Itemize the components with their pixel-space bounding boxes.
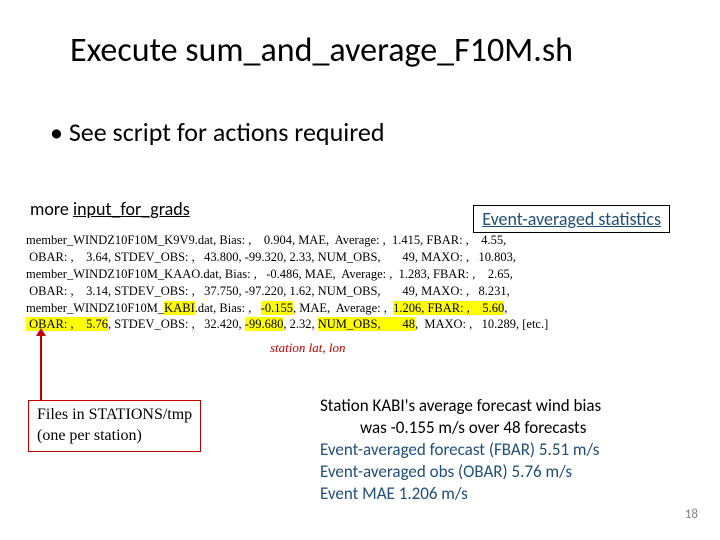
summary-line3: Event-averaged forecast (FBAR) 5.51 m/s: [320, 439, 601, 461]
stats-fbar: 5.60: [482, 301, 504, 315]
slide-number: 18: [685, 507, 698, 522]
stats-line: ,: [504, 301, 507, 315]
files-box: Files in STATIONS/tmp (one per station): [28, 400, 201, 452]
stats-line: OBAR: , 3.64, STDEV_OBS: , 43.800, -99.3…: [26, 250, 516, 264]
stats-obar: 5.76: [86, 317, 108, 331]
stats-avg: 1.206,: [393, 301, 424, 315]
title-script-name: sum_and_average_F10M.sh: [185, 30, 573, 71]
stats-line: , MAXO: , 10.289, [etc.]: [415, 317, 548, 331]
stats-line: member_WINDZ10F10M_: [26, 301, 164, 315]
slide-title: Execute sum_and_average_F10M.sh: [70, 30, 680, 71]
summary-line5: Event MAE 1.206 m/s: [320, 483, 601, 505]
title-prefix: Execute: [70, 30, 185, 71]
summary-line4: Event-averaged obs (OBAR) 5.76 m/s: [320, 461, 601, 483]
arrow-icon: [40, 335, 42, 400]
summary-line2: was -0.155 m/s over 48 forecasts: [360, 417, 601, 439]
slide-container: Execute sum_and_average_F10M.sh See scri…: [0, 0, 720, 540]
stats-line: .dat, Bias: ,: [195, 301, 261, 315]
files-box-line2: (one per station): [37, 426, 192, 447]
stats-fbar-label: FBAR: ,: [424, 301, 482, 315]
stats-line: , 2.32,: [283, 317, 317, 331]
summary-block: Station KABI's average forecast wind bia…: [320, 395, 601, 505]
stats-line: member_WINDZ10F10M_K9V9.dat, Bias: , 0.9…: [26, 233, 506, 247]
stats-line: member_WINDZ10F10M_KAAO.dat, Bias: , -0.…: [26, 267, 513, 281]
stats-line: OBAR: , 3.14, STDEV_OBS: , 37.750, -97.2…: [26, 284, 510, 298]
files-box-line1: Files in STATIONS/tmp: [37, 405, 192, 426]
bullet-see-script: See script for actions required: [50, 116, 680, 148]
label-event-averaged: Event-averaged statistics: [473, 205, 670, 233]
label-input-file: input_for_grads: [73, 198, 190, 220]
stats-line: , STDEV_OBS: , 32.420,: [108, 317, 245, 331]
stats-lon: -99.680: [245, 317, 284, 331]
label-station-latlon: station lat, lon: [270, 340, 345, 356]
stats-numobs: NUM_OBS, 48: [318, 317, 415, 331]
stats-bias: -0.155: [261, 301, 293, 315]
summary-line1: Station KABI's average forecast wind bia…: [320, 395, 601, 417]
stats-block: member_WINDZ10F10M_K9V9.dat, Bias: , 0.9…: [26, 232, 680, 333]
label-more-prefix: more: [30, 198, 73, 220]
stats-obar-label: OBAR: ,: [26, 317, 86, 331]
stats-line: , MAE, Average: ,: [293, 301, 393, 315]
stats-kabi: KABI: [164, 301, 195, 315]
